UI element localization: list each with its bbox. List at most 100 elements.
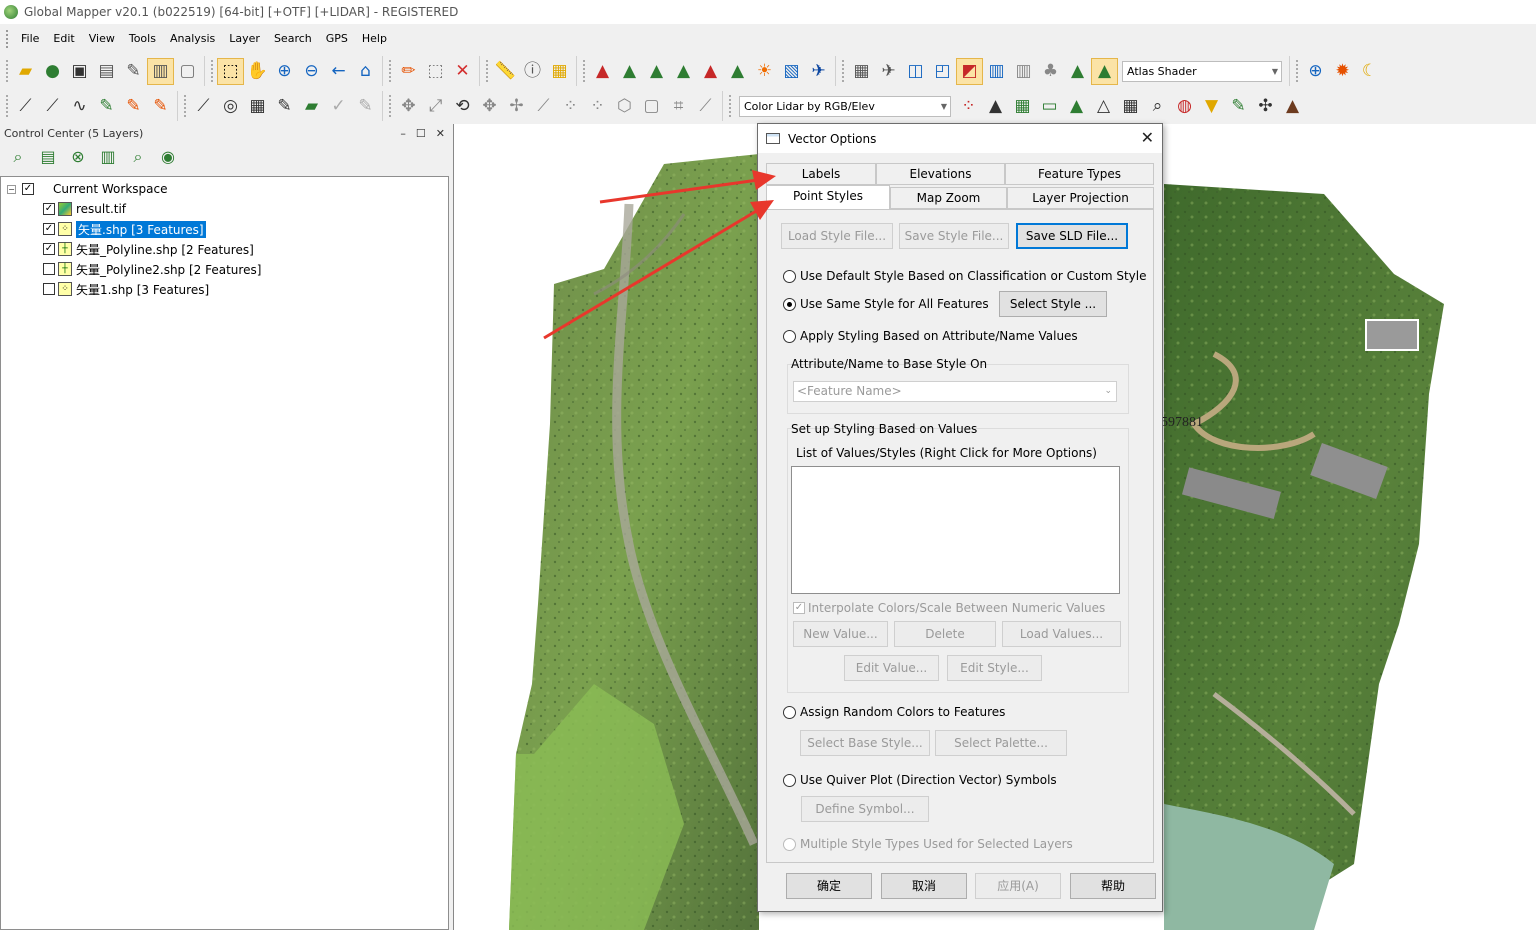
- layer-item[interactable]: ⁘ 矢量1.shp [3 Features]: [43, 279, 209, 299]
- menu-layer[interactable]: Layer: [222, 26, 267, 52]
- measure-line-icon[interactable]: ⟋: [692, 93, 719, 120]
- default-style-option[interactable]: Use Default Style Based on Classificatio…: [783, 269, 1147, 283]
- save-sld-file-button[interactable]: Save SLD File...: [1016, 223, 1128, 249]
- lidar-points-icon[interactable]: ⁘: [955, 93, 982, 120]
- digitizer-select-icon[interactable]: ⬚: [217, 57, 244, 85]
- tab-elevations[interactable]: Elevations: [876, 163, 1005, 185]
- open-folder-icon[interactable]: ▰: [12, 58, 39, 85]
- terrain-icon[interactable]: ▲: [589, 58, 616, 85]
- sun-shader-icon[interactable]: ☀: [751, 58, 778, 85]
- ruler-icon[interactable]: 📏: [492, 58, 519, 85]
- home-icon[interactable]: ⌂: [352, 58, 379, 85]
- draw-circle-icon[interactable]: ✎: [147, 93, 174, 120]
- lidar-triangle-icon[interactable]: △: [1090, 93, 1117, 120]
- wrench-icon[interactable]: ✎: [120, 58, 147, 85]
- layer-checkbox[interactable]: ✓: [43, 203, 55, 215]
- layer-checkbox[interactable]: ✓: [43, 223, 55, 235]
- pan-hand-icon[interactable]: ✋: [244, 58, 271, 85]
- select-palette-button[interactable]: Select Palette...: [935, 730, 1067, 756]
- 3d-view-icon[interactable]: ◰: [929, 58, 956, 85]
- same-style-option[interactable]: Use Same Style for All Features: [783, 297, 989, 311]
- layer-checkbox[interactable]: ✓: [43, 243, 55, 255]
- move-icon[interactable]: ✥: [395, 93, 422, 120]
- control-center-icon[interactable]: ▥: [147, 57, 174, 85]
- menu-gps[interactable]: GPS: [319, 26, 355, 52]
- trace-icon[interactable]: ✎: [352, 93, 379, 120]
- merge-icon[interactable]: ⁘: [584, 93, 611, 120]
- same-style-radio[interactable]: [783, 297, 796, 311]
- values-list[interactable]: [791, 466, 1120, 594]
- feature-info-icon[interactable]: ▦: [546, 58, 573, 85]
- collapse-icon[interactable]: −: [7, 184, 16, 194]
- zoom-in-icon[interactable]: ⊕: [271, 58, 298, 85]
- config-icon[interactable]: ✹: [1329, 58, 1356, 85]
- menu-file[interactable]: File: [14, 26, 46, 52]
- layer-item[interactable]: ✓ result.tif: [43, 199, 126, 219]
- close-icon[interactable]: ✕: [1141, 128, 1154, 147]
- pencil-icon[interactable]: ✏: [395, 58, 422, 85]
- info-icon[interactable]: ⓘ: [519, 58, 546, 85]
- move-vertex-icon[interactable]: ✥: [476, 93, 503, 120]
- shader-toggle-icon[interactable]: ◩: [956, 57, 983, 85]
- default-style-radio[interactable]: [783, 269, 796, 283]
- draw-path-icon[interactable]: ⟋: [39, 93, 66, 120]
- tab-map-zoom[interactable]: Map Zoom: [890, 187, 1007, 209]
- layer-checkbox[interactable]: [43, 263, 55, 275]
- menu-search[interactable]: Search: [267, 26, 319, 52]
- elevation-legend-icon[interactable]: ▥: [983, 58, 1010, 85]
- interpolate-checkbox[interactable]: ✓: [793, 602, 805, 614]
- join-icon[interactable]: ⁘: [557, 93, 584, 120]
- load-values-button[interactable]: Load Values...: [1002, 621, 1121, 647]
- workspace-icon[interactable]: ▤: [93, 58, 120, 85]
- save-style-file-button[interactable]: Save Style File...: [899, 223, 1009, 249]
- attribute-style-option[interactable]: Apply Styling Based on Attribute/Name Va…: [783, 329, 1078, 343]
- lidar-building-icon[interactable]: ▲: [982, 93, 1009, 120]
- shader-select[interactable]: Atlas Shader ▼: [1122, 60, 1282, 82]
- multiple-styles-option[interactable]: Multiple Style Types Used for Selected L…: [783, 837, 1073, 851]
- zoom-out-icon[interactable]: ⊖: [298, 58, 325, 85]
- layer-item[interactable]: ┼ 矢量_Polyline2.shp [2 Features]: [43, 259, 261, 279]
- lidar-classify-icon[interactable]: ▦: [1009, 93, 1036, 120]
- terrain-dark-icon[interactable]: ▲: [1064, 58, 1091, 85]
- contour-icon[interactable]: ▲: [616, 58, 643, 85]
- tab-feature-types[interactable]: Feature Types: [1005, 163, 1154, 185]
- layer-search-icon[interactable]: ⌕: [6, 144, 30, 171]
- menu-tools[interactable]: Tools: [122, 26, 163, 52]
- rotate-icon[interactable]: ⟲: [449, 93, 476, 120]
- cut-fill-icon[interactable]: ▲: [670, 58, 697, 85]
- menu-analysis[interactable]: Analysis: [163, 26, 222, 52]
- multiple-styles-radio[interactable]: [783, 837, 796, 851]
- draw-line-icon[interactable]: ⟋: [12, 93, 39, 120]
- lidar-palette-icon[interactable]: ◍: [1171, 93, 1198, 120]
- cancel-button[interactable]: 取消: [881, 873, 967, 899]
- layer-checkbox[interactable]: [43, 283, 55, 295]
- maximize-icon[interactable]: ☐: [416, 127, 426, 140]
- select-base-style-button[interactable]: Select Base Style...: [800, 730, 930, 756]
- line-tool-icon[interactable]: ⟋: [190, 93, 217, 120]
- crop-icon[interactable]: ⌗: [665, 93, 692, 120]
- menu-edit[interactable]: Edit: [46, 26, 81, 52]
- range-ring-icon[interactable]: ✎: [271, 93, 298, 120]
- lidar-density-icon[interactable]: ▦: [1117, 93, 1144, 120]
- scale-icon[interactable]: ⤢: [422, 93, 449, 120]
- view-shed-icon[interactable]: ▲: [643, 58, 670, 85]
- quiver-option[interactable]: Use Quiver Plot (Direction Vector) Symbo…: [783, 773, 1057, 787]
- tree-workspace[interactable]: − ✓ Current Workspace: [7, 179, 167, 199]
- lidar-legend-icon[interactable]: ▥: [1010, 58, 1037, 85]
- path-profile-icon[interactable]: ▲: [697, 58, 724, 85]
- atlas-shader-icon[interactable]: ▲: [1091, 57, 1118, 85]
- add-vertex-icon[interactable]: ✢: [503, 93, 530, 120]
- split-view-icon[interactable]: ◫: [902, 58, 929, 85]
- delete-x-icon[interactable]: ✕: [449, 58, 476, 85]
- random-colors-radio[interactable]: [783, 705, 796, 719]
- web-globe-icon[interactable]: ⊕: [1302, 58, 1329, 85]
- draw-curve-icon[interactable]: ∿: [66, 93, 93, 120]
- target-icon[interactable]: ◎: [217, 93, 244, 120]
- tab-labels[interactable]: Labels: [766, 163, 876, 185]
- satellite-icon[interactable]: ✈: [805, 58, 832, 85]
- layer-visibility-icon[interactable]: ◉: [156, 144, 180, 171]
- edit-value-button[interactable]: Edit Value...: [844, 655, 939, 681]
- image-icon[interactable]: ▧: [778, 58, 805, 85]
- tab-layer-projection[interactable]: Layer Projection: [1007, 187, 1154, 209]
- select-rect-icon[interactable]: ⬚: [422, 58, 449, 85]
